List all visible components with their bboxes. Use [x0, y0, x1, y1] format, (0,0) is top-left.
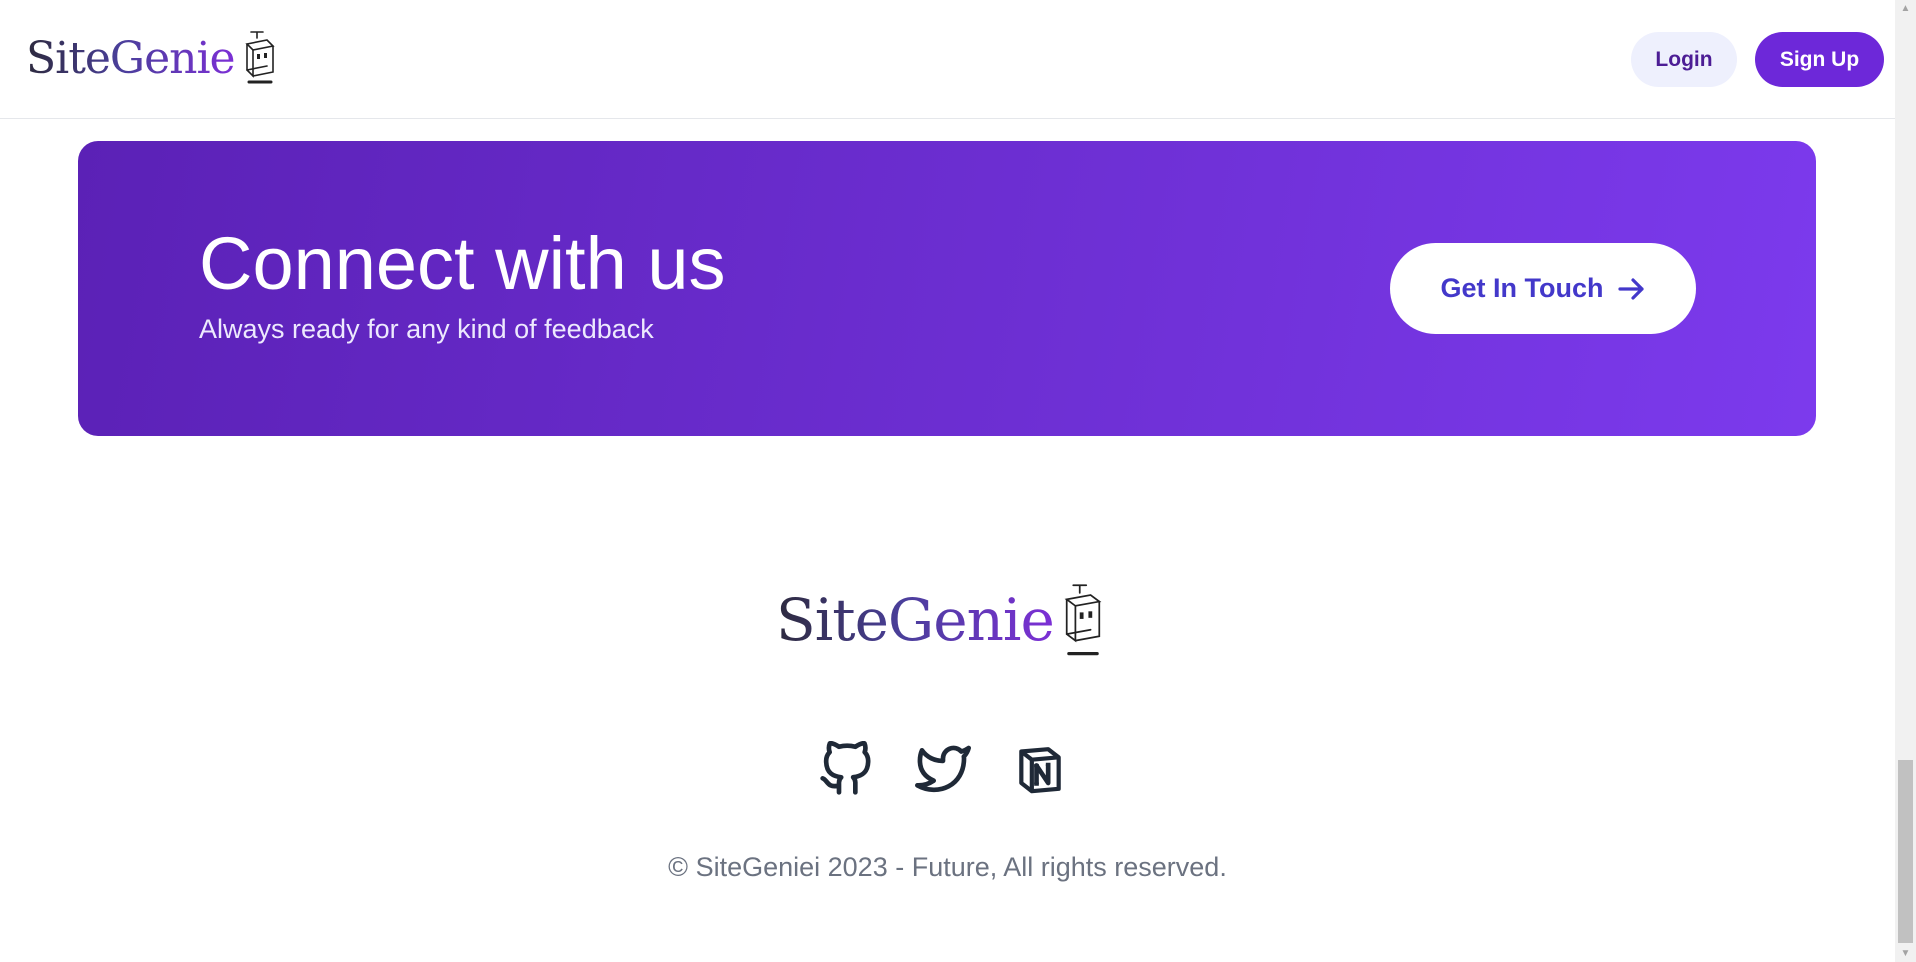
scroll-up-icon[interactable]: ▲: [1895, 0, 1916, 17]
site-header: SiteGenie Login Sign Up: [0, 0, 1895, 119]
notion-icon: [1019, 747, 1061, 794]
twitter-icon: [915, 745, 971, 793]
page-scrollbar[interactable]: ▲ ▼: [1895, 0, 1916, 962]
banner-title: Connect with us: [199, 222, 726, 305]
footer-logo-wordmark: SiteGenie: [776, 586, 1055, 654]
logo-wordmark: SiteGenie: [26, 32, 236, 84]
banner-subtitle: Always ready for any kind of feedback: [199, 314, 654, 344]
robot-box-icon: [1064, 584, 1102, 656]
scroll-down-icon[interactable]: ▼: [1895, 945, 1916, 962]
sign-up-button[interactable]: Sign Up: [1755, 32, 1884, 87]
arrow-right-icon: [1617, 277, 1644, 300]
copyright-text: © SiteGeniei 2023 - Future, All rights r…: [668, 852, 1227, 882]
notion-link[interactable]: [1012, 738, 1068, 800]
get-in-touch-label: Get In Touch: [1440, 273, 1604, 303]
github-icon: [820, 741, 871, 795]
twitter-link[interactable]: [915, 738, 971, 800]
scrollbar-thumb[interactable]: [1898, 760, 1913, 943]
get-in-touch-button[interactable]: Get In Touch: [1390, 243, 1696, 334]
social-links: [818, 738, 1068, 800]
footer-logo[interactable]: SiteGenie: [776, 582, 1108, 658]
login-button[interactable]: Login: [1631, 32, 1737, 87]
connect-banner: Connect with us Always ready for any kin…: [78, 141, 1816, 436]
robot-box-icon: [244, 31, 275, 84]
github-link[interactable]: [818, 738, 874, 800]
header-logo[interactable]: SiteGenie: [26, 30, 283, 86]
